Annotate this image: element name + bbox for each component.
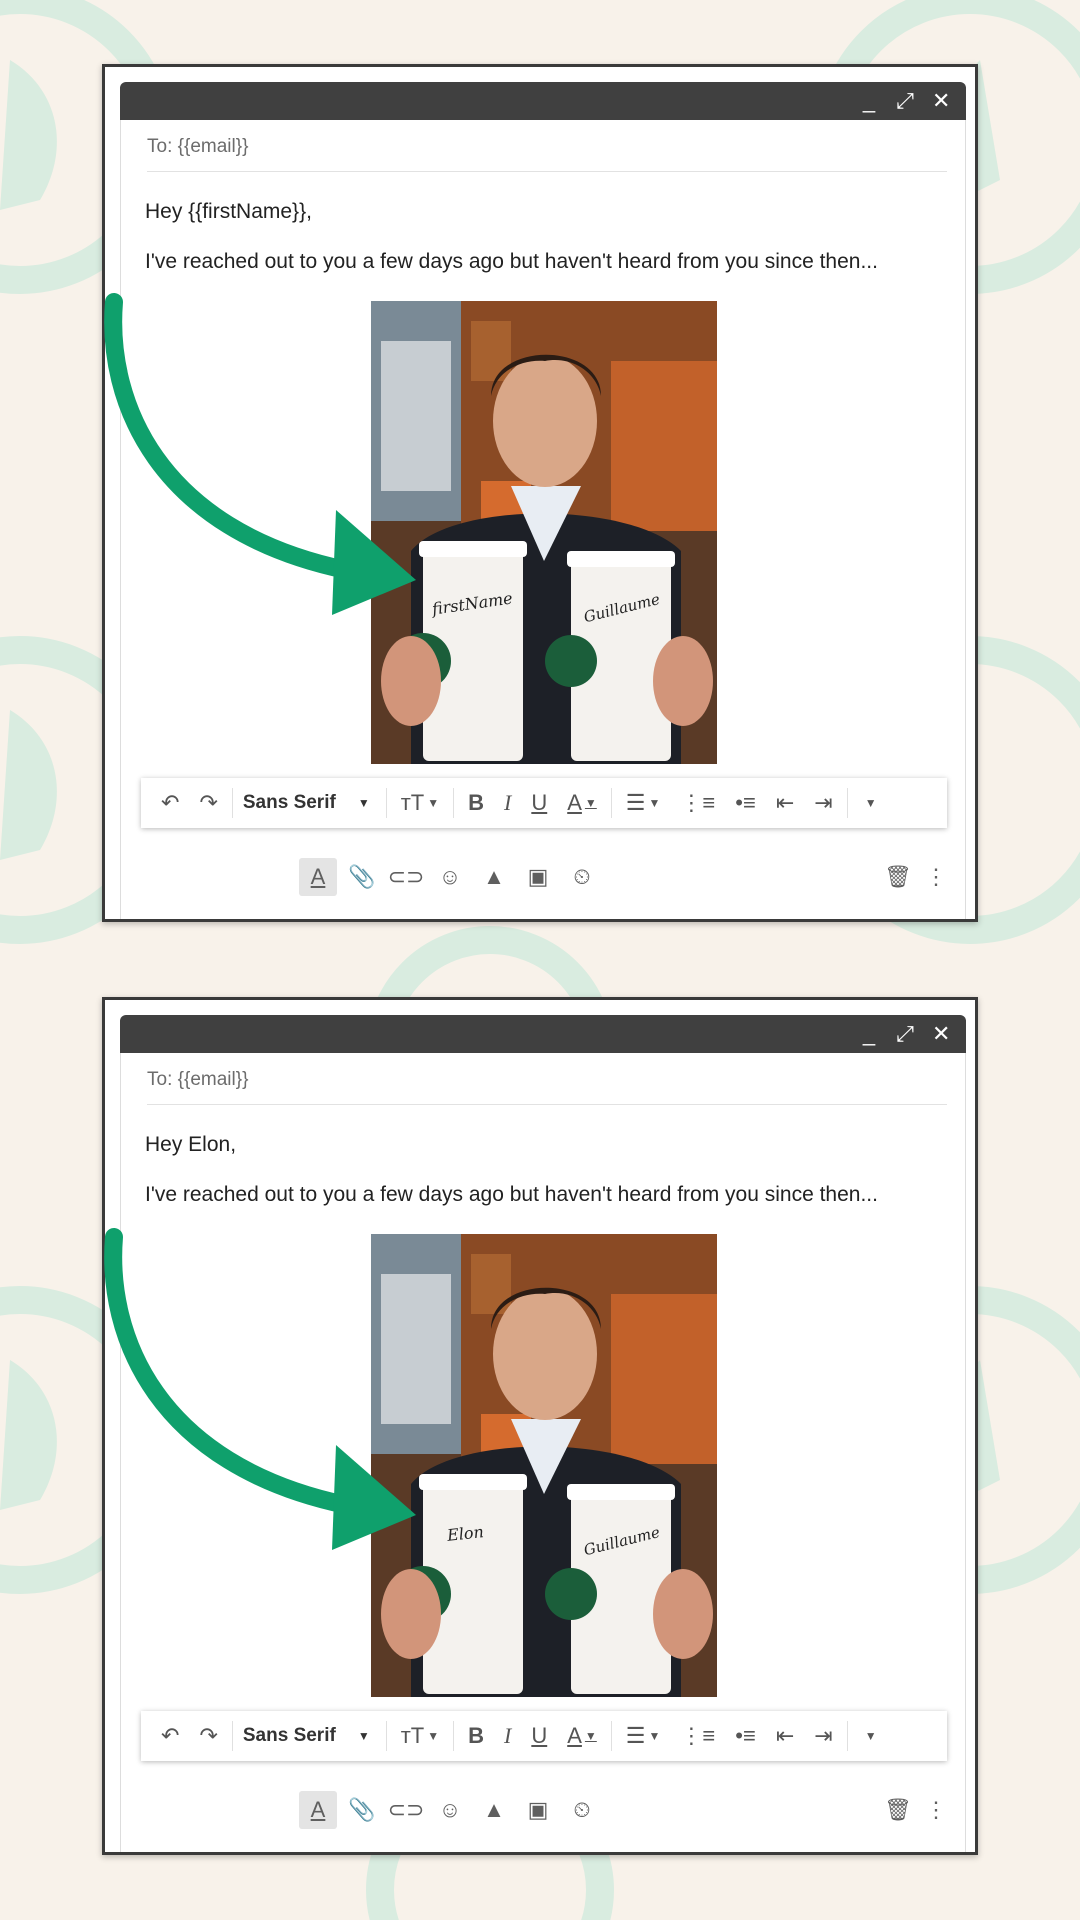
compose-body: To: {{email}} Hey Elon, I've reached out… xyxy=(120,1053,967,1852)
align-icon[interactable]: ☰ ▼ xyxy=(616,778,671,828)
formatting-toolbar: ↶ ↷ Sans Serif ▼ ᴛT ▼ B I U A ▼ ☰ ▼ ⋮≡ •≡ ⇤ … xyxy=(141,1711,947,1761)
drive-icon[interactable]: ▲ xyxy=(475,1791,513,1829)
confidential-icon[interactable]: ⏲ xyxy=(563,858,601,896)
underline-icon[interactable]: U xyxy=(521,1711,557,1761)
align-icon[interactable]: ☰ ▼ xyxy=(616,1711,671,1761)
indent-more-icon[interactable]: ⇥ xyxy=(804,1711,842,1761)
link-icon[interactable]: ⊂⊃ xyxy=(387,858,425,896)
minimize-icon[interactable]: _ xyxy=(860,88,878,114)
undo-icon[interactable]: ↶ xyxy=(151,1711,189,1761)
cup-left-text: Elon xyxy=(445,1522,485,1545)
email-body-text[interactable]: I've reached out to you a few days ago b… xyxy=(145,1183,955,1207)
compose-actions-bar: A 📎 ⊂⊃ ☺ ▲ ▣ ⏲ 🗑 ⋮ xyxy=(121,848,967,908)
recipient-field[interactable]: To: {{email}} xyxy=(147,132,947,172)
minimize-icon[interactable]: _ xyxy=(860,1021,878,1047)
link-icon[interactable]: ⊂⊃ xyxy=(387,1791,425,1829)
more-formatting-icon[interactable]: ▼ xyxy=(852,1711,887,1761)
bold-icon[interactable]: B xyxy=(458,1711,494,1761)
underline-icon[interactable]: U xyxy=(521,778,557,828)
email-greeting[interactable]: Hey {{firstName}}, xyxy=(145,200,312,224)
font-name-label: Sans Serif xyxy=(242,792,336,813)
font-name-label: Sans Serif xyxy=(242,1725,336,1746)
window-titlebar: _ ⤢ ✕ xyxy=(120,82,966,120)
close-icon[interactable]: ✕ xyxy=(932,1021,950,1047)
maximize-icon[interactable]: ⤢ xyxy=(896,1021,914,1047)
drive-icon[interactable]: ▲ xyxy=(475,858,513,896)
more-options-icon[interactable]: ⋮ xyxy=(917,1791,955,1829)
email-compose-window: _ ⤢ ✕ To: {{email}} Hey {{firstName}}, I… xyxy=(102,64,978,922)
font-dropdown[interactable]: Sans Serif ▼ xyxy=(237,778,382,828)
formatting-options-icon[interactable]: A xyxy=(299,858,337,896)
embedded-photo: Elon Guillaume xyxy=(371,1234,717,1697)
bold-icon[interactable]: B xyxy=(458,778,494,828)
attach-icon[interactable]: 📎 xyxy=(343,858,381,896)
photo-icon[interactable]: ▣ xyxy=(519,1791,557,1829)
numbered-list-icon[interactable]: ⋮≡ xyxy=(670,1711,725,1761)
font-dropdown[interactable]: Sans Serif ▼ xyxy=(237,1711,382,1761)
indent-less-icon[interactable]: ⇤ xyxy=(766,778,804,828)
italic-icon[interactable]: I xyxy=(494,1711,521,1761)
embedded-photo: firstName Guillaume xyxy=(371,301,717,764)
emoji-icon[interactable]: ☺ xyxy=(431,1791,469,1829)
formatting-options-icon[interactable]: A xyxy=(299,1791,337,1829)
text-size-icon[interactable]: ᴛT ▼ xyxy=(391,1711,449,1761)
bulleted-list-icon[interactable]: •≡ xyxy=(725,1711,766,1761)
emoji-icon[interactable]: ☺ xyxy=(431,858,469,896)
indent-more-icon[interactable]: ⇥ xyxy=(804,778,842,828)
email-body-text[interactable]: I've reached out to you a few days ago b… xyxy=(145,250,955,274)
text-color-icon[interactable]: A ▼ xyxy=(557,778,607,828)
compose-body: To: {{email}} Hey {{firstName}}, I've re… xyxy=(120,120,967,919)
discard-icon[interactable]: 🗑 xyxy=(879,1791,917,1829)
photo-icon[interactable]: ▣ xyxy=(519,858,557,896)
more-options-icon[interactable]: ⋮ xyxy=(917,858,955,896)
maximize-icon[interactable]: ⤢ xyxy=(896,88,914,114)
numbered-list-icon[interactable]: ⋮≡ xyxy=(670,778,725,828)
redo-icon[interactable]: ↷ xyxy=(189,1711,227,1761)
more-formatting-icon[interactable]: ▼ xyxy=(852,778,887,828)
email-compose-window-personalized: _ ⤢ ✕ To: {{email}} Hey Elon, I've reach… xyxy=(102,997,978,1855)
window-titlebar: _ ⤢ ✕ xyxy=(120,1015,966,1053)
formatting-toolbar: ↶ ↷ Sans Serif ▼ ᴛT ▼ B I U A ▼ ☰ ▼ ⋮≡ •≡ ⇤ … xyxy=(141,778,947,828)
undo-icon[interactable]: ↶ xyxy=(151,778,189,828)
italic-icon[interactable]: I xyxy=(494,778,521,828)
attach-icon[interactable]: 📎 xyxy=(343,1791,381,1829)
redo-icon[interactable]: ↷ xyxy=(189,778,227,828)
bulleted-list-icon[interactable]: •≡ xyxy=(725,778,766,828)
discard-icon[interactable]: 🗑 xyxy=(879,858,917,896)
compose-actions-bar: A 📎 ⊂⊃ ☺ ▲ ▣ ⏲ 🗑 ⋮ xyxy=(121,1781,967,1841)
text-size-icon[interactable]: ᴛT ▼ xyxy=(391,778,449,828)
confidential-icon[interactable]: ⏲ xyxy=(563,1791,601,1829)
email-greeting[interactable]: Hey Elon, xyxy=(145,1133,236,1157)
recipient-field[interactable]: To: {{email}} xyxy=(147,1065,947,1105)
close-icon[interactable]: ✕ xyxy=(932,88,950,114)
indent-less-icon[interactable]: ⇤ xyxy=(766,1711,804,1761)
text-color-icon[interactable]: A ▼ xyxy=(557,1711,607,1761)
